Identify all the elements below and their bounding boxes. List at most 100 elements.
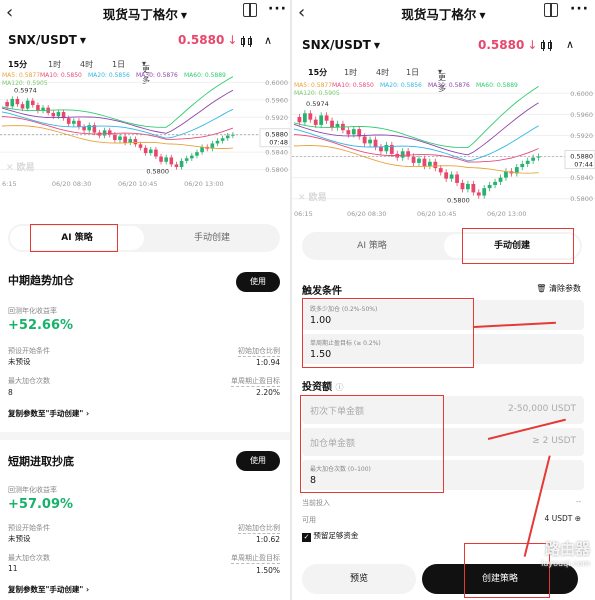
reserve-funds-checkbox[interactable]: ✓ 预留足够资金 (302, 530, 358, 542)
candle-body (20, 104, 25, 109)
guide-book-icon[interactable] (243, 3, 257, 17)
candle-body (362, 136, 367, 144)
timeframe-4h[interactable]: 4时 (376, 67, 389, 78)
okx-watermark: ✕ 欧易 (298, 191, 327, 203)
candlestick-icon[interactable] (240, 36, 254, 47)
y-tick-label: 0.5920 (570, 132, 593, 140)
current-invest-value: -- (575, 498, 581, 506)
candle-body (51, 112, 56, 117)
candle-body (308, 113, 313, 120)
strategy-card: 中期趋势加仓 使用 回测年化收益率 +52.66% 预设开始条件 未预设 初始加… (8, 272, 280, 422)
more-menu-icon[interactable]: ··· (268, 1, 287, 17)
use-button[interactable]: 使用 (236, 272, 280, 292)
more-menu-icon[interactable]: ··· (570, 1, 589, 17)
return-value: +57.09% (8, 497, 74, 512)
timeframe-4h[interactable]: 4时 (80, 59, 93, 70)
candle-body (30, 100, 35, 106)
candle-body (384, 144, 389, 152)
candlestick-icon[interactable] (540, 40, 554, 51)
checkbox-checked-icon: ✓ (302, 533, 311, 542)
ma-legend-label: MA120: 0.5905 (2, 80, 48, 87)
ratio-value: 1:0.94 (256, 358, 280, 367)
pair-selector[interactable]: SNX/USDT ▼ (8, 33, 86, 47)
candle-body (444, 172, 449, 179)
pair-selector[interactable]: SNX/USDT ▼ (302, 38, 380, 52)
return-label: 回测年化收益率 (8, 486, 57, 494)
candle-body (493, 181, 497, 186)
candle-body (128, 139, 133, 143)
right-pair-row: SNX/USDT ▼ 0.5880 ↓ ∧ (292, 28, 595, 62)
y-tick-label: 0.5800 (570, 195, 593, 203)
candle-body (36, 105, 40, 111)
timeframe-1d[interactable]: 1日 (406, 67, 419, 78)
candle-body (164, 157, 168, 162)
timeframe-more[interactable]: 更多 ▾ (438, 67, 446, 93)
candle-body (482, 188, 487, 196)
timeframe-more[interactable]: 更多 ▾ (142, 59, 150, 85)
candle-body (351, 129, 356, 135)
chevron-up-icon[interactable]: ∧ (566, 38, 574, 51)
candle-body (82, 126, 86, 131)
ma-legend-label: MA20: 0.5856 (380, 82, 422, 89)
high-price-label: 0.5974 (14, 87, 37, 95)
candle-body (138, 144, 143, 148)
chevron-up-icon[interactable]: ∧ (264, 34, 272, 47)
right-timeframe-row: 15分 1时 4时 1日 更多 ▾ (292, 62, 595, 93)
timeframe-1d[interactable]: 1日 (112, 59, 125, 70)
price-tag: 0.5880 (570, 153, 593, 161)
ma-legend-label: MA60: 0.5889 (184, 72, 226, 79)
candle-body (346, 130, 351, 135)
copy-params-link[interactable]: 复制参数至"手动创建" › (8, 584, 89, 595)
okx-watermark: ✕ 欧易 (6, 161, 35, 173)
highlight-box (300, 395, 444, 493)
candle-body (411, 156, 416, 163)
candle-body (195, 152, 199, 156)
left-kline-chart[interactable]: 0.6000 0.5960 0.5920 0.5880 0.5840 0.5800 0.58… (0, 72, 290, 192)
pair-dropdown-icon: ▼ (79, 36, 87, 45)
y-tick-label: 0.5920 (265, 114, 288, 122)
x-tick-label: 06:15 (294, 210, 313, 218)
title-dropdown-icon: ▼ (180, 11, 188, 20)
y-tick-label: 0.5800 (265, 166, 288, 174)
candle-body (118, 136, 122, 140)
left-top-bar: ‹ 现货马丁格尔 ▼ ··· (0, 0, 290, 28)
tp-value: 2.20% (256, 388, 280, 397)
preview-button[interactable]: 预览 (302, 564, 416, 594)
copy-params-link[interactable]: 复制参数至"手动创建" › (8, 408, 89, 419)
candle-body (123, 136, 127, 143)
candle-body (25, 100, 30, 109)
kline-svg: 0.6000 0.5960 0.5920 0.5880 0.5840 0.5800 0.58… (0, 76, 290, 188)
candle-body (143, 147, 148, 154)
ma-legend-label: MA20: 0.5856 (88, 72, 130, 79)
countdown-tag: 07:48 (269, 139, 288, 147)
timeframe-15m[interactable]: 15分 (8, 59, 27, 70)
ma-legend-label: MA10: 0.5850 (332, 82, 374, 89)
candle-body (466, 183, 470, 190)
candle-body (87, 125, 92, 131)
candle-body (107, 130, 112, 135)
x-tick-label: 06/20 13:00 (184, 180, 224, 188)
timeframe-1h[interactable]: 1时 (48, 59, 61, 70)
left-pair-row: SNX/USDT ▼ 0.5880 ↓ ∧ (0, 28, 290, 54)
low-price-label: 0.5800 (146, 168, 169, 176)
current-invest-label: 当前投入 (302, 499, 330, 507)
ma-legend-label: MA5: 0.5877 (294, 82, 333, 89)
guide-book-icon[interactable] (544, 3, 558, 17)
right-kline-chart[interactable]: 0.6000 0.5960 0.5920 0.5880 0.5840 0.5800 0.58… (292, 82, 595, 222)
timeframe-1h[interactable]: 1时 (344, 67, 357, 78)
timeframe-15m[interactable]: 15分 (308, 67, 327, 78)
tab-manual-create[interactable]: 手动创建 (146, 226, 278, 250)
candle-body (471, 183, 476, 193)
add-funds-icon[interactable]: ⊕ (575, 514, 581, 523)
use-button[interactable]: 使用 (236, 451, 280, 471)
low-price-label: 0.5800 (447, 197, 470, 205)
candle-body (406, 151, 411, 157)
x-tick-label: 6:15 (2, 180, 17, 188)
candle-body (313, 119, 318, 125)
tab-ai-strategy[interactable]: AI 策略 (304, 234, 440, 258)
left-screen: ‹ 现货马丁格尔 ▼ ··· SNX/USDT ▼ 0.5880 ↓ ∧ 15分 1时… (0, 0, 290, 600)
candle-body (422, 158, 427, 167)
invest-section-title: 投资额 ⓘ (302, 382, 344, 393)
clear-params-button[interactable]: 🗑 清除参数 (536, 283, 581, 294)
return-value: +52.66% (8, 318, 74, 333)
